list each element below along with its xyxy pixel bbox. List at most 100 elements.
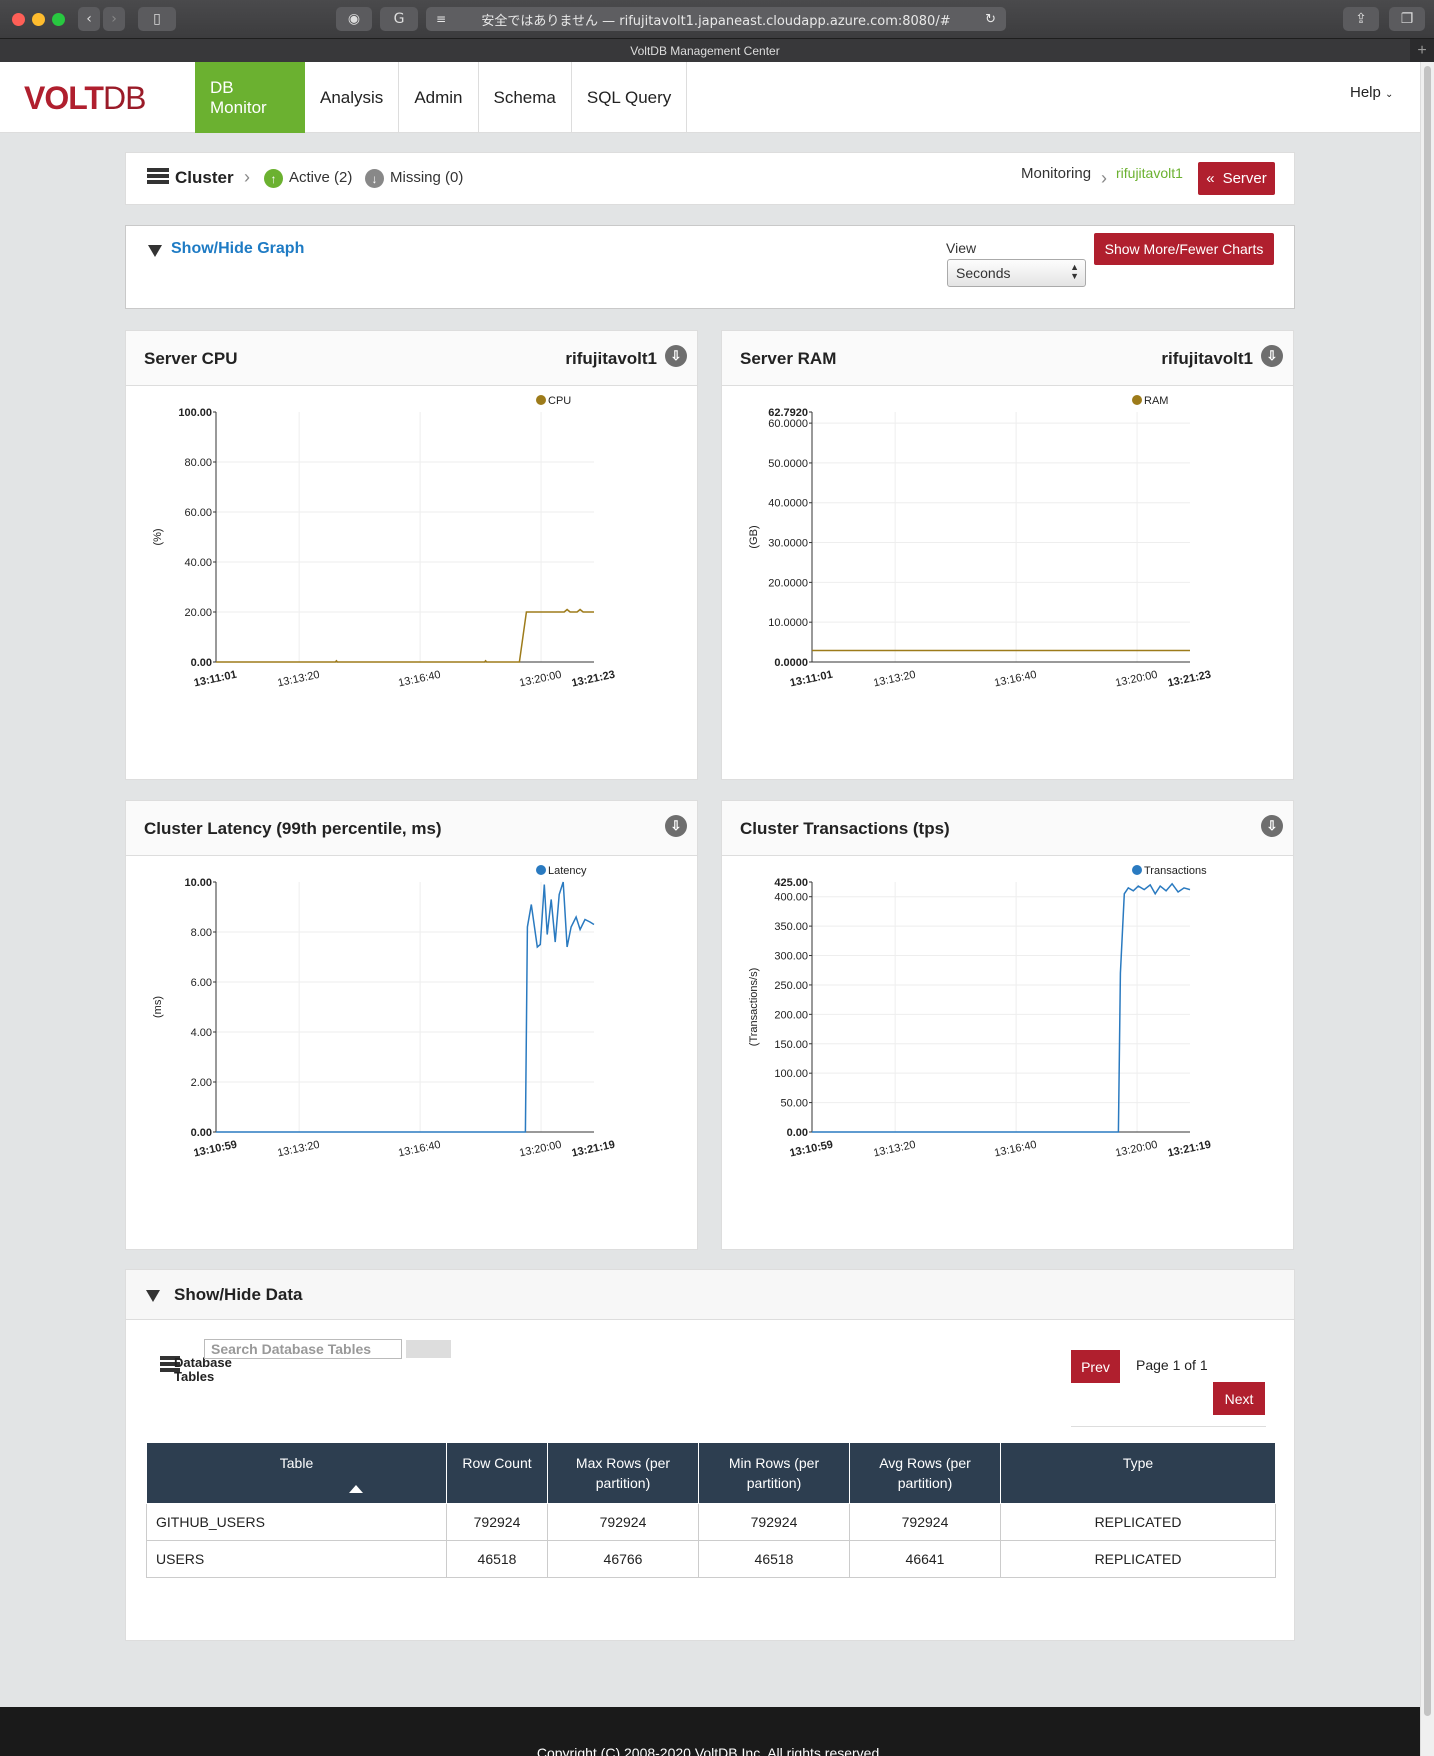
y-tick-label: 400.00: [774, 892, 808, 904]
sidebar-icon[interactable]: ▯: [138, 7, 176, 31]
search-icon[interactable]: [406, 1340, 451, 1358]
browser-chrome: ‹ › ▯ ◉ G ≡ 安全ではありません — rifujitavolt1.ja…: [0, 0, 1434, 63]
y-tick-label: 0.0000: [774, 657, 808, 669]
cluster-transactions-panel: Cluster Transactions (tps) ⇩ 0.00 50.00 10…: [721, 800, 1294, 1250]
x-tick-label: 13:21:23: [1167, 669, 1213, 690]
series-line: [812, 882, 1191, 1133]
panel-title: Cluster Latency (99th percentile, ms): [144, 819, 442, 838]
sort-ascending-icon[interactable]: [348, 1485, 363, 1494]
active-servers[interactable]: Active (2): [289, 169, 352, 186]
forward-icon[interactable]: ›: [103, 7, 125, 31]
column-header-avg-rows[interactable]: Avg Rows (per partition): [849, 1441, 1001, 1505]
x-tick-label: 13:13:20: [276, 1139, 320, 1160]
download-icon[interactable]: ⇩: [1261, 345, 1283, 367]
legend-label: RAM: [1144, 395, 1168, 407]
collapse-triangle-icon[interactable]: [148, 245, 162, 257]
y-tick-label: 6.00: [191, 977, 212, 989]
vertical-scrollbar[interactable]: [1420, 62, 1434, 1756]
table-row: GITHUB_USERS 792924 792924 792924 792924…: [146, 1503, 1276, 1542]
y-tick-label: 20.00: [184, 607, 212, 619]
new-tab-icon[interactable]: +: [1410, 39, 1434, 63]
select-arrows-icon: ▲ ▼: [1070, 262, 1079, 281]
app-header: VOLTDB DB Monitor Analysis Admin Schema …: [0, 62, 1420, 133]
page-indicator: Page 1 of 1: [1136, 1357, 1208, 1373]
show-more-charts-button[interactable]: Show More/Fewer Charts: [1094, 233, 1274, 265]
download-icon[interactable]: ⇩: [1261, 815, 1283, 837]
table-cell: 792924: [446, 1503, 548, 1542]
y-axis-label: (%): [152, 528, 164, 545]
column-header-type[interactable]: Type: [1000, 1441, 1276, 1505]
x-tick-label: 13:20:00: [1114, 1139, 1158, 1160]
page: VOLTDB DB Monitor Analysis Admin Schema …: [0, 62, 1420, 1756]
scrollbar-thumb[interactable]: [1424, 66, 1431, 1716]
panel-header: Server CPU rifujitavolt1 ⇩: [126, 331, 697, 386]
y-tick-label: 2.00: [191, 1077, 212, 1089]
download-icon[interactable]: ⇩: [665, 345, 687, 367]
y-tick-label: 425.00: [774, 877, 808, 889]
y-tick-label: 250.00: [774, 980, 808, 992]
browser-toolbar: ‹ › ▯ ◉ G ≡ 安全ではありません — rifujitavolt1.ja…: [0, 0, 1434, 38]
nav-admin[interactable]: Admin: [399, 62, 479, 133]
y-tick-label: 150.00: [774, 1039, 808, 1051]
search-tables-input[interactable]: Search Database Tables: [204, 1339, 402, 1359]
view-select[interactable]: Seconds ▲ ▼: [947, 259, 1086, 287]
address-bar[interactable]: ≡ 安全ではありません — rifujitavolt1.japaneast.cl…: [426, 7, 1006, 31]
tab-strip: VoltDB Management Center +: [0, 38, 1434, 63]
share-icon[interactable]: ⇪: [1343, 7, 1379, 31]
panel-title: Server RAM: [740, 349, 837, 368]
x-tick-label: 13:16:40: [993, 669, 1037, 690]
x-tick-label: 13:20:00: [518, 669, 562, 690]
x-tick-label: 13:16:40: [993, 1139, 1037, 1160]
y-axis-label: (Transactions/s): [748, 968, 760, 1046]
table-cell: 46766: [547, 1540, 699, 1579]
panel-title: Cluster Transactions (tps): [740, 819, 950, 838]
y-tick-label: 30.0000: [768, 538, 808, 550]
y-tick-label: 40.0000: [768, 498, 808, 510]
next-button[interactable]: Next: [1213, 1382, 1265, 1415]
column-header-table[interactable]: Table: [146, 1441, 447, 1505]
table-cell: 792924: [698, 1503, 850, 1542]
y-tick-label: 0.00: [191, 1127, 212, 1139]
privacy-icon[interactable]: ◉: [336, 7, 372, 31]
column-header-min-rows[interactable]: Min Rows (per partition): [698, 1441, 850, 1505]
x-tick-label: 13:21:23: [571, 669, 617, 690]
y-tick-label: 4.00: [191, 1027, 212, 1039]
panel-header: Cluster Transactions (tps) ⇩: [722, 801, 1293, 856]
reader-icon[interactable]: ≡: [436, 12, 446, 26]
nav-db-monitor[interactable]: DB Monitor: [195, 62, 305, 133]
column-header-max-rows[interactable]: Max Rows (per partition): [547, 1441, 699, 1505]
nav-analysis[interactable]: Analysis: [305, 62, 400, 133]
collapse-triangle-icon[interactable]: [146, 1290, 160, 1302]
zoom-window-button[interactable]: [52, 13, 65, 26]
data-section-header: Show/Hide Data: [126, 1270, 1294, 1320]
table-row: USERS 46518 46766 46518 46641 REPLICATED: [146, 1540, 1276, 1579]
tabs-icon[interactable]: ❐: [1389, 7, 1425, 31]
help-menu[interactable]: Help ⌄: [1350, 84, 1393, 101]
voltdb-logo[interactable]: VOLTDB: [24, 80, 146, 117]
download-icon[interactable]: ⇩: [665, 815, 687, 837]
show-hide-data-link[interactable]: Show/Hide Data: [174, 1285, 302, 1305]
column-header-row-count[interactable]: Row Count: [446, 1441, 548, 1505]
missing-servers[interactable]: Missing (0): [390, 169, 463, 186]
view-label: View: [946, 240, 977, 256]
browser-tab[interactable]: VoltDB Management Center: [0, 39, 1410, 63]
server-button[interactable]: «Server: [1198, 162, 1275, 195]
close-window-button[interactable]: [12, 13, 25, 26]
minimize-window-button[interactable]: [32, 13, 45, 26]
ram-chart: 0.0000 10.0000 20.0000 30.0000 40.0000 50.000…: [748, 395, 1213, 690]
prev-button[interactable]: Prev: [1071, 1350, 1120, 1383]
panel-server-name: rifujitavolt1: [1161, 349, 1253, 368]
cluster-latency-panel: Cluster Latency (99th percentile, ms) ⇩ …: [125, 800, 698, 1250]
back-icon[interactable]: ‹: [78, 7, 100, 31]
show-hide-graph-link[interactable]: Show/Hide Graph: [171, 240, 304, 258]
list-icon: [147, 168, 169, 188]
extension-icon[interactable]: G: [380, 7, 418, 31]
nav-schema[interactable]: Schema: [479, 62, 572, 133]
x-tick-label: 13:21:19: [571, 1139, 617, 1160]
y-tick-label: 80.00: [184, 457, 212, 469]
reload-icon[interactable]: ↻: [985, 12, 996, 27]
nav-sql-query[interactable]: SQL Query: [572, 62, 688, 133]
y-tick-label: 200.00: [774, 1009, 808, 1021]
table-cell: GITHUB_USERS: [146, 1503, 447, 1542]
y-tick-label: 100.00: [774, 1068, 808, 1080]
